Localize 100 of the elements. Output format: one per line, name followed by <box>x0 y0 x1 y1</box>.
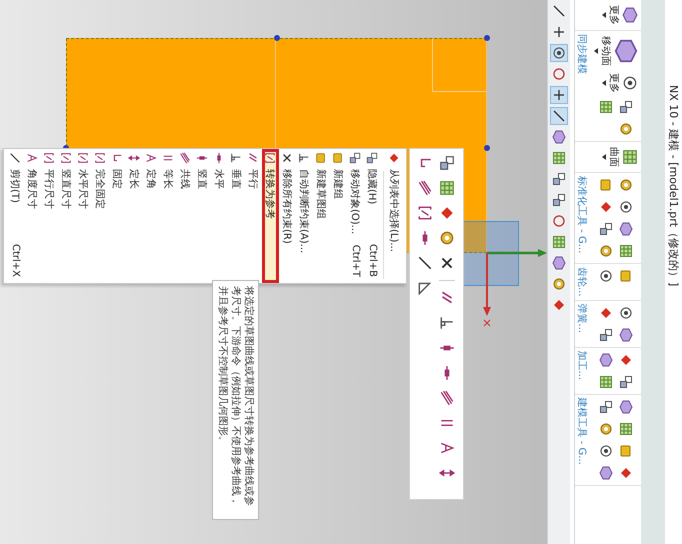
ribbon-icon-button[interactable] <box>617 98 635 116</box>
group-label: 标准化工具 - G... <box>575 176 588 256</box>
diamond-icon <box>619 352 633 367</box>
folder-icon <box>619 269 633 283</box>
ribbon-icon-button[interactable] <box>597 98 615 116</box>
tooltip: 将选定的草图曲线或草图尺寸转换为参考曲线或参考尺寸。下游命令（例如拉伸）不使用参考曲线，并且参考尺寸不控制草图几何图形。 <box>212 280 259 520</box>
squares-icon <box>552 193 566 207</box>
grid-icon[interactable] <box>440 180 456 196</box>
menu-item[interactable]: 等长 <box>160 149 177 283</box>
group-label: 同步建模 <box>575 34 588 76</box>
grid-icon <box>552 151 566 165</box>
perpendicular-icon <box>230 152 242 164</box>
menu-item[interactable]: 自动判断约束(A)... <box>296 149 313 283</box>
squares-icon <box>350 152 362 164</box>
ribbon-icon-button[interactable] <box>617 242 635 260</box>
menu-item[interactable]: 共线 <box>177 149 194 283</box>
grid-icon <box>599 374 613 389</box>
menu-item[interactable]: 隐藏(H) Ctrl+B <box>364 149 381 283</box>
grid-icon <box>622 149 638 165</box>
ribbon-icon-button[interactable] <box>617 398 635 416</box>
menu-item[interactable]: 水平尺寸 <box>75 149 92 283</box>
squares-icon <box>552 172 566 186</box>
vertex-point <box>274 35 280 41</box>
group-label: 建模工具 - G... <box>575 398 588 467</box>
menu-item[interactable]: 完全固定 <box>92 149 109 283</box>
menu-item[interactable]: 移动对象(O)... Ctrl+T <box>347 149 364 283</box>
ribbon-icon-button[interactable] <box>597 220 615 238</box>
snap-button[interactable] <box>550 170 568 188</box>
snap-button[interactable] <box>550 44 568 62</box>
group-label: 齿轮... <box>575 267 588 297</box>
squares-icon[interactable] <box>440 155 456 171</box>
group-label: 弹簧... <box>575 304 588 336</box>
plus-icon <box>552 25 566 39</box>
bracket-icon <box>94 152 106 164</box>
line-icon[interactable] <box>418 255 434 271</box>
circle-icon <box>552 214 566 228</box>
menu-item[interactable]: 新建组 <box>330 149 347 283</box>
menu-item[interactable]: 竖直尺寸 <box>58 149 75 283</box>
snap-button[interactable] <box>550 128 568 146</box>
ribbon-icon-button[interactable] <box>597 350 615 369</box>
triangle-icon[interactable] <box>418 280 434 296</box>
ribbon-button[interactable]: 更多 <box>601 3 639 27</box>
menu-item[interactable]: 定长 <box>126 149 143 283</box>
ribbon-button[interactable]: 曲面 <box>601 145 639 169</box>
slanted-lines-icon[interactable] <box>418 180 434 196</box>
menu-item[interactable]: 新建草图组 <box>313 149 330 283</box>
folder-icon <box>332 152 344 164</box>
menu-item[interactable]: 垂直 <box>228 149 245 283</box>
caret-icon[interactable] <box>602 12 606 18</box>
plus-icon <box>552 88 566 102</box>
caret-icon[interactable] <box>594 48 598 54</box>
perpendicular-icon <box>298 152 310 164</box>
group-label: 加工... <box>575 350 588 382</box>
y-axis-arrow <box>487 249 547 257</box>
grid-icon <box>619 244 633 258</box>
squares-icon <box>599 328 613 342</box>
diamond-icon[interactable] <box>440 205 456 221</box>
bracket-icon[interactable] <box>418 205 434 221</box>
cube-icon <box>599 466 613 480</box>
caret-icon[interactable] <box>602 80 606 86</box>
menu-item[interactable]: 竖直 <box>194 149 211 283</box>
bracket-icon <box>78 152 90 164</box>
circle-dot-icon <box>619 200 633 214</box>
snap-button[interactable] <box>550 86 568 104</box>
menu-item[interactable]: 定角 <box>143 149 160 283</box>
slanted-lines-icon[interactable] <box>440 390 456 406</box>
menu-item[interactable]: 剪切(T) Ctrl+X <box>7 149 24 283</box>
angle-icon[interactable] <box>440 440 456 456</box>
ribbon-button[interactable]: 移动面 <box>593 34 639 68</box>
grid-icon <box>599 100 613 114</box>
menu-item[interactable]: 固定 <box>109 149 126 283</box>
diamond-icon <box>619 466 633 480</box>
squares-icon <box>599 400 613 414</box>
cube-icon <box>619 328 633 342</box>
window-title: NX 10 - 建模 - [model1.prt（修改的）] <box>666 85 681 286</box>
snap-button[interactable] <box>550 191 568 209</box>
angle-icon <box>26 152 38 164</box>
caret-icon[interactable] <box>602 154 606 160</box>
ribbon-icon-button[interactable] <box>617 220 635 238</box>
menu-item[interactable]: 转换为参考 <box>262 149 279 283</box>
folder-icon <box>619 444 633 458</box>
ribbon-button[interactable]: 更多 <box>601 71 639 95</box>
ribbon-icon-button[interactable] <box>617 326 635 344</box>
squares-icon <box>599 222 613 236</box>
menu-item[interactable]: 水平 <box>211 149 228 283</box>
menu-item[interactable]: 平行 <box>245 149 262 283</box>
circle-dot-icon <box>599 269 613 283</box>
menu-item[interactable]: 平行尺寸 <box>41 149 58 283</box>
squares-icon <box>619 100 633 114</box>
snap-button[interactable] <box>550 107 568 125</box>
line-icon <box>10 152 22 164</box>
snap-button[interactable] <box>550 254 568 272</box>
perpendicular-icon[interactable] <box>440 315 456 331</box>
menu-item[interactable]: 移除所有约束(R) <box>279 149 296 283</box>
ribbon-icon-button[interactable] <box>597 464 615 482</box>
vertex-point <box>484 35 490 41</box>
cube-icon <box>552 256 566 270</box>
x-axis-arrow <box>483 253 491 316</box>
menu-item[interactable]: 角度尺寸 <box>24 149 41 283</box>
menu-item[interactable]: 从列表中选择(L)... <box>386 149 403 283</box>
